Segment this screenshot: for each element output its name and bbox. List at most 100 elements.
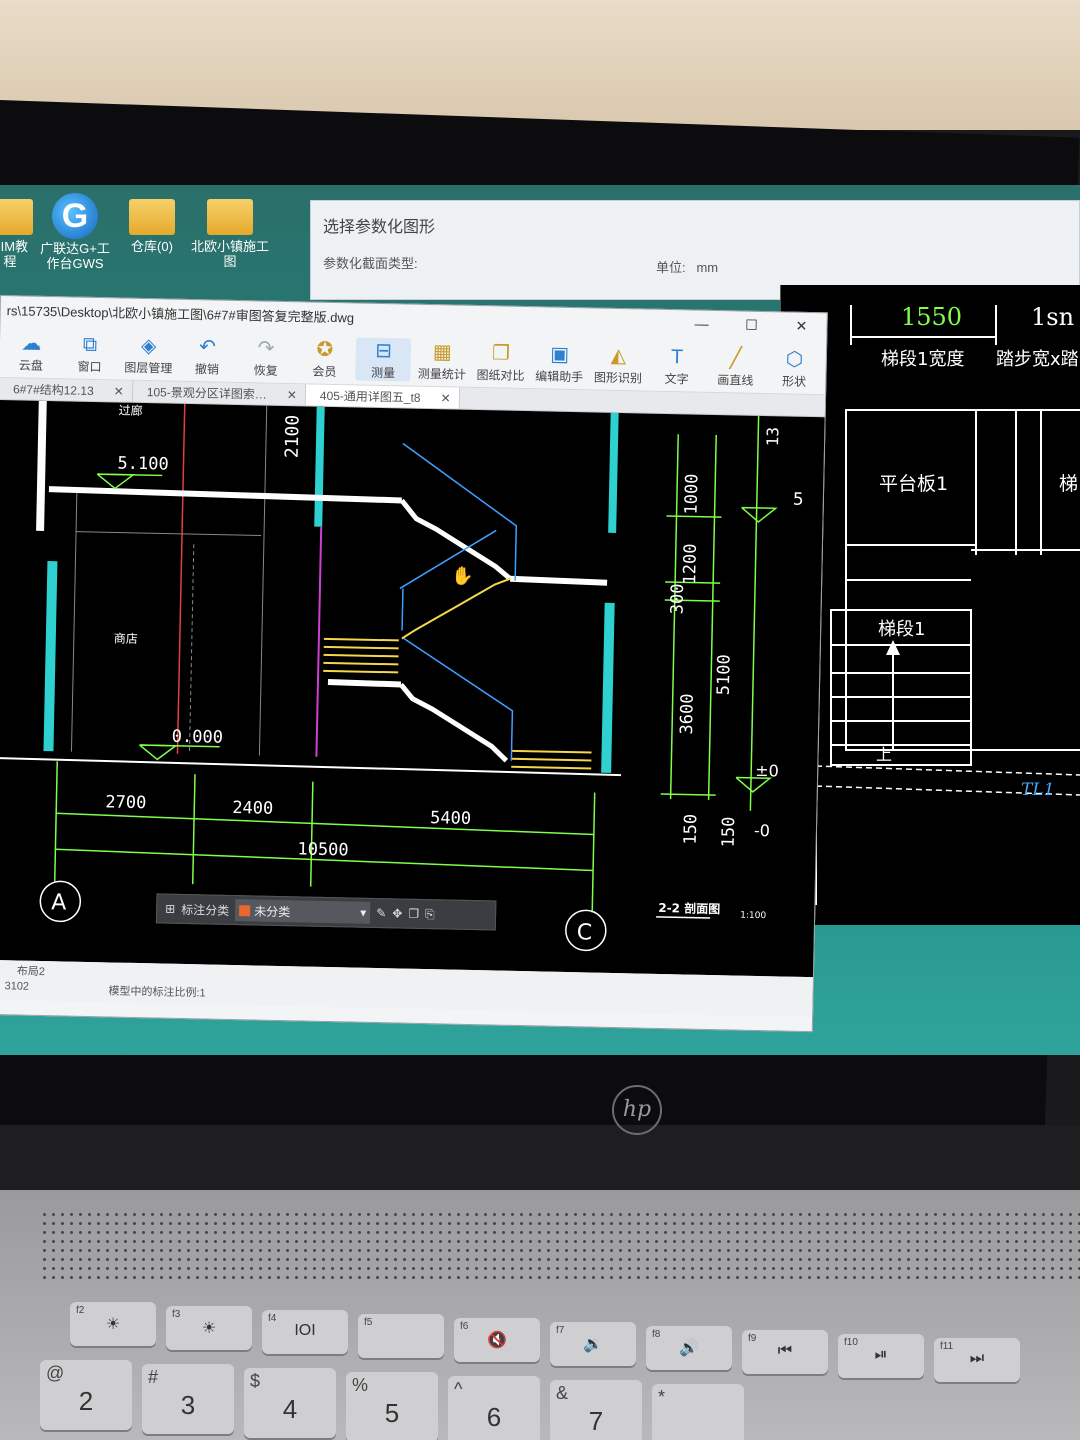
folder-icon <box>0 199 33 235</box>
desktop-icon-label: BIM教 程 <box>0 239 29 269</box>
tab-landscape[interactable]: 105-景观分区详图索… ✕ <box>132 380 307 406</box>
minimize-button[interactable]: — <box>676 310 727 337</box>
tool-layers[interactable]: ◈ 图层管理 <box>121 333 177 377</box>
tool-measure[interactable]: ⊟ 测量 <box>355 337 412 382</box>
dim-5400: 5400 <box>430 808 471 829</box>
number-key-3[interactable]: #3 <box>142 1364 234 1434</box>
tool-text[interactable]: T 文字 <box>649 344 705 388</box>
key-glyph: IOI <box>294 1322 316 1339</box>
maximize-button[interactable]: ☐ <box>726 311 777 338</box>
shape-icon: ⬡ <box>785 348 804 371</box>
unit-label-text: 单位: <box>656 260 686 275</box>
coordinate-readout: 3102 <box>4 980 30 993</box>
measure-icon: ⊟ <box>374 339 393 363</box>
key-glyph: ⏯ <box>874 1346 888 1363</box>
tab-close-icon[interactable]: ✕ <box>114 380 125 401</box>
key-top-symbol: % <box>352 1375 369 1395</box>
chevron-down-icon: ▾ <box>360 905 367 920</box>
number-key-6[interactable]: ^ 6 <box>448 1376 540 1440</box>
tab-structure[interactable]: 6#7#结构12.13 ✕ <box>0 378 134 402</box>
category-select[interactable]: 未分类 ▾ <box>235 899 371 924</box>
layout-tab[interactable]: 布局2 <box>17 963 45 980</box>
tool-label: 画直线 <box>717 373 754 388</box>
function-key-f2[interactable]: f2 ☀ <box>70 1302 156 1346</box>
tool-window[interactable]: ⧉ 窗口 <box>62 331 118 375</box>
desktop-icon-project-folder[interactable]: 北欧小镇施工 图 <box>190 193 270 269</box>
function-key-f9[interactable]: f9 ⏮ <box>742 1330 828 1374</box>
tool-cloud[interactable]: ☁ 云盘 <box>3 330 59 374</box>
tool-redo[interactable]: ↷ 恢复 <box>238 335 294 379</box>
axis-a-label: A <box>51 890 67 915</box>
elev-top: 5.100 <box>117 453 169 474</box>
key-top-symbol: @ <box>46 1363 65 1383</box>
number-key-4[interactable]: $4 <box>244 1368 336 1438</box>
cloud-icon: ☁ <box>21 332 42 355</box>
key-top-symbol: # <box>148 1367 159 1387</box>
function-key-f6[interactable]: f6 🔇 <box>454 1318 540 1362</box>
drawing-canvas[interactable]: 过廊 商店 5.100 0.000 2100 1000 1200 300 510… <box>0 399 825 978</box>
key-glyph: ☀ <box>201 1320 217 1337</box>
function-key-f3[interactable]: f3 ☀ <box>166 1306 252 1350</box>
tool-compare[interactable]: ❐ 图纸对比 <box>473 340 529 384</box>
key-main-symbol: 5 <box>384 1398 400 1428</box>
compare-icon: ❐ <box>491 342 511 365</box>
key-main-symbol: 3 <box>180 1390 196 1420</box>
tool-label: 图层管理 <box>124 360 173 376</box>
tool-label: 撤销 <box>194 362 220 377</box>
section-title: 2-2 剖面图 <box>658 900 720 916</box>
number-key-7[interactable]: & 7 <box>550 1380 642 1440</box>
function-key-f4[interactable]: f4 IOI <box>262 1310 348 1354</box>
function-key-f10[interactable]: f10 ⏯ <box>838 1334 924 1378</box>
tool-undo[interactable]: ↶ 撤销 <box>179 334 235 378</box>
number-key-5[interactable]: % 5 <box>346 1372 438 1440</box>
flight-label: 梯段1 <box>878 619 925 640</box>
tool-measure-stats[interactable]: ▦ 测量统计 <box>414 339 470 383</box>
move-icon[interactable]: ✥ <box>392 906 402 920</box>
key-glyph: ☀ <box>105 1316 121 1333</box>
desktop-icon-label: 仓库(0) <box>131 239 173 254</box>
shop-label: 商店 <box>114 630 138 645</box>
tool-vip[interactable]: ✪ 会员 <box>297 336 353 380</box>
tool-edit-assistant[interactable]: ▣ 编辑助手 <box>532 341 588 385</box>
tab-close-icon[interactable]: ✕ <box>287 384 298 405</box>
key-top-symbol: $ <box>250 1371 261 1391</box>
tool-label: 形状 <box>781 374 807 389</box>
tool-shape[interactable]: ⬡ 形状 <box>767 346 823 390</box>
paste-icon[interactable]: ⎘ <box>425 907 435 922</box>
annot-label: 标注分类 <box>181 902 230 918</box>
edit-icon[interactable]: ✎ <box>376 906 386 920</box>
desktop-icon-glodon[interactable]: G 广联达G+工 作台GWS <box>35 193 115 271</box>
dim-2700: 2700 <box>105 792 146 813</box>
copy-icon[interactable]: ❐ <box>408 907 419 921</box>
dim-10500: 10500 <box>297 839 349 860</box>
close-button[interactable]: ✕ <box>776 312 827 339</box>
key-glyph: ⏭ <box>969 1350 985 1367</box>
tool-shape-recognition[interactable]: ◭ 图形识别 <box>590 342 646 386</box>
function-key-f8[interactable]: f8 🔊 <box>646 1326 732 1370</box>
dim-1sn: 1sn <box>1031 303 1074 331</box>
number-key-2[interactable]: @2 <box>40 1360 132 1430</box>
annotation-scale-text: 模型中的标注比例:1 <box>108 985 206 1000</box>
text-icon: T <box>670 346 684 369</box>
grid-icon[interactable]: ⊞ <box>165 902 175 916</box>
dim-3600: 3600 <box>677 693 698 734</box>
tab-general-detail[interactable]: 405-通用详图五_t8 ✕ <box>305 384 460 409</box>
dim-13: 13 <box>763 427 782 447</box>
horizontal-dim-lines <box>53 761 596 913</box>
beam-label: TL1 <box>1021 780 1054 800</box>
unit-label: 单位: mm <box>656 257 718 276</box>
tool-label: 会员 <box>312 364 337 380</box>
laptop-keyboard-deck: f2 ☀ f3 ☀ f4 IOI f5 f6 🔇 f7 🔉 f8 🔊 f9 ⏮ f10 ⏯ f11 ⏭ @2 #3 $4%… <box>0 1190 1080 1440</box>
dim-150b: 150 <box>719 816 740 847</box>
tab-label: 105-景观分区详图索… <box>146 385 267 402</box>
handrails <box>399 442 518 761</box>
tab-close-icon[interactable]: ✕ <box>440 387 451 408</box>
desktop-icon-repo[interactable]: 仓库(0) <box>112 193 192 254</box>
elevation-markers <box>96 473 220 761</box>
tool-line[interactable]: ╱ 画直线 <box>708 345 764 389</box>
number-key-star[interactable]: * <box>652 1384 744 1440</box>
function-key-f11[interactable]: f11 ⏭ <box>934 1338 1020 1382</box>
key-top-symbol: * <box>658 1387 666 1407</box>
function-key-f7[interactable]: f7 🔉 <box>550 1322 636 1366</box>
function-key-f5[interactable]: f5 <box>358 1314 444 1358</box>
